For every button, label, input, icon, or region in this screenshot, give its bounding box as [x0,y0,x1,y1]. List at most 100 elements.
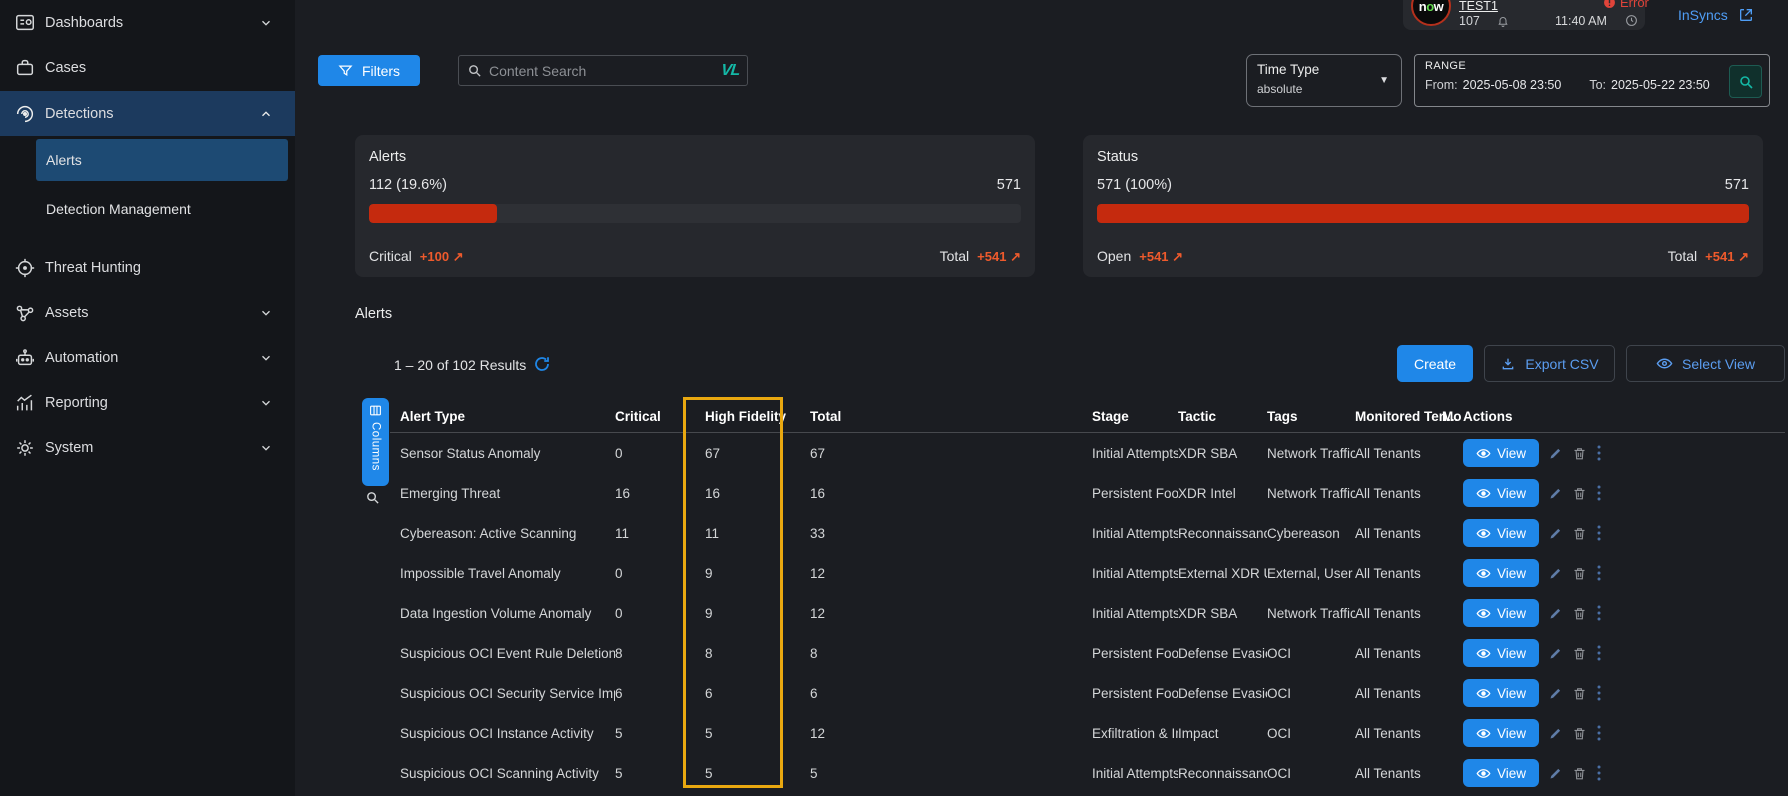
trend-value: +541 [977,249,1006,264]
view-button[interactable]: View [1463,719,1539,747]
search-icon [1738,74,1754,90]
foot-label[interactable]: Critical [369,248,412,264]
select-view-button[interactable]: Select View [1626,345,1785,382]
time-range[interactable]: RANGE From: 2025-05-08 23:50 To: 2025-05… [1414,54,1770,107]
table-row[interactable]: Suspicious OCI Scanning Activity555Initi… [390,753,1785,793]
foot-label[interactable]: Total [940,248,970,264]
chevron-down-icon [259,441,273,455]
foot-label[interactable]: Total [1668,248,1698,264]
table-row[interactable]: Cybereason: Active Scanning111133Initial… [390,513,1785,553]
column-header-tags[interactable]: Tags [1267,409,1355,424]
cell-alert-type: Cybereason: Active Scanning [400,526,615,541]
time-type-select[interactable]: Time Type absolute ▼ [1246,54,1402,107]
column-header-critical[interactable]: Critical [615,409,705,424]
view-button[interactable]: View [1463,679,1539,707]
sidebar-item-system[interactable]: System [0,425,295,470]
edit-icon[interactable] [1548,606,1563,621]
filters-button[interactable]: Filters [318,55,420,86]
edit-icon[interactable] [1548,766,1563,781]
column-header-monitored-ten[interactable]: Monitored Ten... [1355,409,1442,424]
column-header-actions[interactable]: Actions [1463,409,1785,424]
delete-icon[interactable] [1572,446,1587,461]
delete-icon[interactable] [1572,766,1587,781]
briefcase-icon [14,57,36,79]
column-header-alert-type[interactable]: Alert Type [400,409,615,424]
table-row[interactable]: Data Ingestion Volume Anomaly0912Initial… [390,593,1785,633]
view-button[interactable]: View [1463,759,1539,787]
column-header-total[interactable]: Total [810,409,1092,424]
bell-icon[interactable] [1497,15,1509,27]
sidebar-subitem-detection-management[interactable]: Detection Management [36,188,288,230]
download-icon [1500,356,1516,372]
more-actions-icon[interactable] [1596,604,1602,622]
delete-icon[interactable] [1572,686,1587,701]
view-button[interactable]: View [1463,479,1539,507]
create-button[interactable]: Create [1397,345,1473,382]
delete-icon[interactable] [1572,646,1587,661]
view-button[interactable]: View [1463,439,1539,467]
table-row[interactable]: Impossible Travel Anomaly0912Initial Att… [390,553,1785,593]
delete-icon[interactable] [1572,486,1587,501]
foot-label[interactable]: Open [1097,248,1131,264]
apply-range-button[interactable] [1729,65,1762,98]
more-actions-icon[interactable] [1596,684,1602,702]
export-csv-button[interactable]: Export CSV [1484,345,1615,382]
sidebar-item-assets[interactable]: Assets [0,290,295,335]
more-actions-icon[interactable] [1596,644,1602,662]
sidebar-item-automation[interactable]: Automation [0,335,295,380]
delete-icon[interactable] [1572,566,1587,581]
edit-icon[interactable] [1548,486,1563,501]
edit-icon[interactable] [1548,726,1563,741]
cell-critical: 6 [615,686,705,701]
insyncs-link[interactable]: InSyncs [1678,7,1754,23]
cell-monitored-tenants: All Tenants [1355,766,1442,781]
more-actions-icon[interactable] [1596,484,1602,502]
cell-alert-type: Emerging Threat [400,486,615,501]
view-button[interactable]: View [1463,519,1539,547]
columns-tab[interactable]: Columns [362,398,389,486]
column-header-mo[interactable]: Mo [1442,409,1463,424]
tenant-link[interactable]: TEST1 [1459,0,1498,13]
more-actions-icon[interactable] [1596,444,1602,462]
column-header-tactic[interactable]: Tactic [1178,409,1267,424]
edit-icon[interactable] [1548,566,1563,581]
eye-icon [1476,686,1491,701]
view-button[interactable]: View [1463,559,1539,587]
delete-icon[interactable] [1572,726,1587,741]
robot-icon [14,347,36,369]
edit-icon[interactable] [1548,686,1563,701]
column-header-high-fidelity[interactable]: High Fidelity [705,409,810,424]
table-row[interactable]: Suspicious OCI Event Rule Deletion888Per… [390,633,1785,673]
sidebar-item-detections[interactable]: Detections [0,91,295,136]
table-row[interactable]: Suspicious OCI Instance Activity5512Exfi… [390,713,1785,753]
content-search[interactable]: VL [458,55,748,86]
delete-icon[interactable] [1572,526,1587,541]
sidebar-subitem-alerts[interactable]: Alerts [36,139,288,181]
table-row[interactable]: Sensor Status Anomaly06767Initial Attemp… [390,433,1785,473]
edit-icon[interactable] [1548,646,1563,661]
sidebar-item-threat-hunting[interactable]: Threat Hunting [0,245,295,290]
view-button[interactable]: View [1463,599,1539,627]
select-view-label: Select View [1682,356,1755,372]
time-type-value: absolute [1257,82,1391,96]
more-actions-icon[interactable] [1596,564,1602,582]
table-row[interactable]: Suspicious OCI Security Service Impairme… [390,673,1785,713]
column-header-stage[interactable]: Stage [1092,409,1178,424]
from-value[interactable]: 2025-05-08 23:50 [1463,78,1562,92]
more-actions-icon[interactable] [1596,764,1602,782]
refresh-button[interactable] [533,354,553,374]
table-search-icon[interactable] [365,490,380,505]
edit-icon[interactable] [1548,526,1563,541]
report-chart-icon [14,392,36,414]
view-button[interactable]: View [1463,639,1539,667]
edit-icon[interactable] [1548,446,1563,461]
sidebar-item-reporting[interactable]: Reporting [0,380,295,425]
sidebar-item-dashboards[interactable]: Dashboards [0,0,295,45]
to-value[interactable]: 2025-05-22 23:50 [1611,78,1710,92]
more-actions-icon[interactable] [1596,524,1602,542]
sidebar-item-cases[interactable]: Cases [0,45,295,90]
search-input[interactable] [489,63,721,79]
table-row[interactable]: Emerging Threat161616Persistent FoothXDR… [390,473,1785,513]
delete-icon[interactable] [1572,606,1587,621]
more-actions-icon[interactable] [1596,724,1602,742]
